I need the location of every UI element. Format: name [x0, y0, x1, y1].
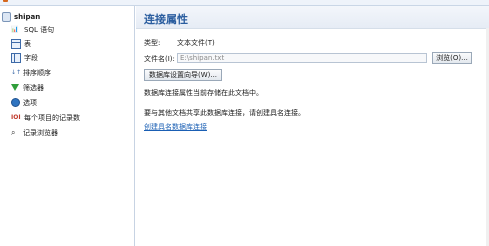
- sidebar-item-label: 筛选器: [23, 83, 44, 92]
- top-records-icon: IOI: [11, 114, 21, 121]
- option-icon: [11, 98, 20, 107]
- page-title: 连接属性: [144, 13, 188, 26]
- filter-icon: [11, 83, 20, 92]
- sidebar-item-fields[interactable]: 字段: [11, 52, 38, 63]
- sidebar-item-label: 记录浏览器: [23, 128, 58, 137]
- sidebar-item-label: SQL 语句: [24, 25, 55, 34]
- panel-header: 连接属性: [136, 6, 489, 29]
- sidebar-root-shipan[interactable]: shipan: [2, 11, 40, 22]
- field-icon: [11, 52, 21, 63]
- app-icon: [3, 0, 8, 2]
- sidebar-item-filter[interactable]: 筛选器: [11, 82, 44, 93]
- sidebar-item-records-per-item[interactable]: IOI 每个项目的记录数: [11, 112, 80, 123]
- sidebar: shipan 📊 SQL 语句 表 字段 ↓↑ 排序顺序 筛选器 选项 IOI …: [0, 6, 135, 246]
- sidebar-item-label: 表: [24, 39, 31, 48]
- sql-icon: 📊: [11, 26, 19, 33]
- connection-properties-panel: 连接属性 类型: 文本文件(T) 文件名(I): E:\shipan.txt 浏…: [136, 6, 489, 246]
- sidebar-item-tables[interactable]: 表: [11, 38, 31, 49]
- sidebar-root-label: shipan: [14, 12, 41, 21]
- database-icon: [2, 11, 11, 22]
- sidebar-item-label: 选项: [23, 98, 37, 107]
- sidebar-item-label: 排序顺序: [23, 68, 51, 77]
- sidebar-item-label: 字段: [24, 53, 38, 62]
- browse-button[interactable]: 浏览(O)...: [432, 52, 472, 64]
- database-wizard-button[interactable]: 数据库设置向导(W)...: [144, 69, 222, 81]
- type-label: 类型:: [144, 39, 161, 47]
- connection-info-text: 数据库连接属性当前存储在此文档中。: [144, 89, 263, 97]
- sidebar-item-sql[interactable]: 📊 SQL 语句: [11, 24, 54, 35]
- browse-icon: ⌕: [11, 128, 16, 137]
- sidebar-item-label: 每个项目的记录数: [24, 113, 80, 122]
- sort-icon: ↓↑: [11, 69, 22, 76]
- sidebar-item-sort-order[interactable]: ↓↑ 排序顺序: [11, 67, 51, 78]
- share-info-text: 要与其他文档共享此数据库连接，请创建具名连接。: [144, 109, 305, 117]
- sidebar-item-record-browser[interactable]: ⌕ 记录浏览器: [11, 127, 58, 138]
- filename-label: 文件名(I):: [144, 55, 175, 63]
- create-named-connection-link[interactable]: 创建具名数据库连接: [144, 122, 207, 132]
- filename-field[interactable]: E:\shipan.txt: [177, 53, 427, 63]
- type-value: 文本文件(T): [177, 39, 215, 47]
- table-icon: [11, 38, 21, 49]
- sidebar-item-options[interactable]: 选项: [11, 97, 37, 108]
